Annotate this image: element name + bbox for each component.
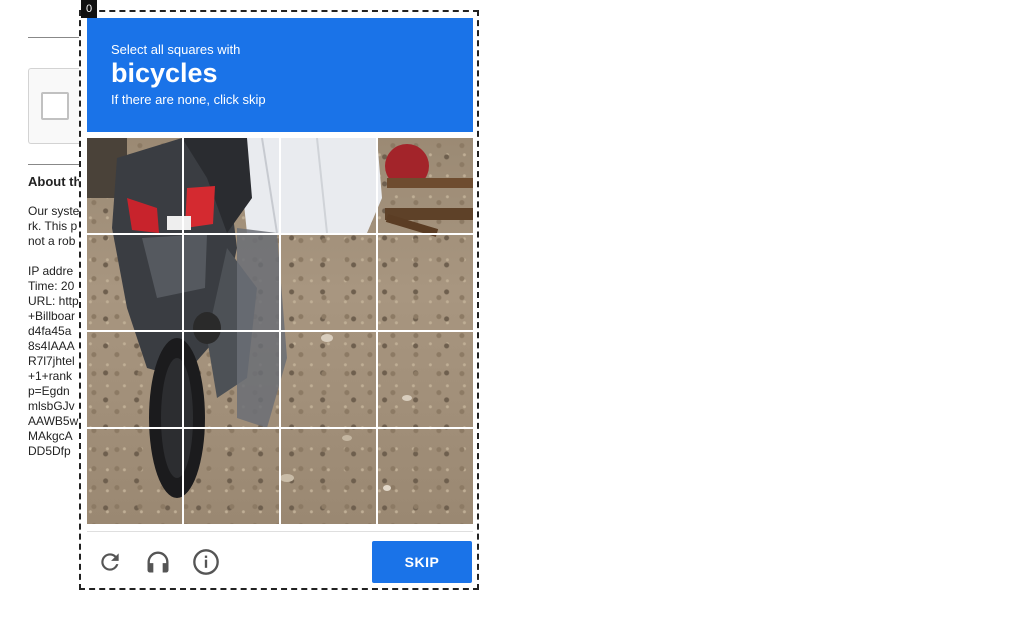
- grid-divider: [87, 330, 473, 332]
- reload-icon: [101, 553, 119, 571]
- grid-tile[interactable]: [87, 429, 182, 524]
- grid-tile[interactable]: [184, 138, 279, 233]
- grid-tile[interactable]: [87, 332, 182, 427]
- info-icon: [193, 549, 219, 575]
- grid-tile[interactable]: [184, 332, 279, 427]
- audio-challenge-button[interactable]: [141, 545, 175, 579]
- footer-divider: [87, 531, 473, 532]
- grid-tile[interactable]: [378, 138, 473, 233]
- skip-button[interactable]: SKIP: [372, 541, 472, 583]
- reload-button[interactable]: [93, 545, 127, 579]
- grid-tile[interactable]: [184, 235, 279, 330]
- recaptcha-checkbox[interactable]: [41, 92, 69, 120]
- image-grid: [87, 138, 473, 524]
- grid-tile[interactable]: [378, 429, 473, 524]
- grid-tile[interactable]: [281, 332, 376, 427]
- grid-divider: [87, 233, 473, 235]
- grid-divider: [87, 427, 473, 429]
- grid-tile[interactable]: [378, 235, 473, 330]
- challenge-header: Select all squares with bicycles If ther…: [87, 18, 473, 132]
- headphones-icon: [147, 551, 169, 573]
- grid-tile[interactable]: [378, 332, 473, 427]
- instruction-text: Select all squares with: [111, 42, 241, 57]
- grid-tile[interactable]: [184, 429, 279, 524]
- grid-tile[interactable]: [281, 429, 376, 524]
- grid-tile[interactable]: [87, 235, 182, 330]
- grid-tile[interactable]: [281, 235, 376, 330]
- hint-text: If there are none, click skip: [111, 92, 266, 107]
- grid-tile[interactable]: [281, 138, 376, 233]
- grid-tile[interactable]: [87, 138, 182, 233]
- counter-badge: 0: [81, 0, 97, 18]
- target-keyword: bicycles: [111, 58, 218, 88]
- info-button[interactable]: [189, 545, 223, 579]
